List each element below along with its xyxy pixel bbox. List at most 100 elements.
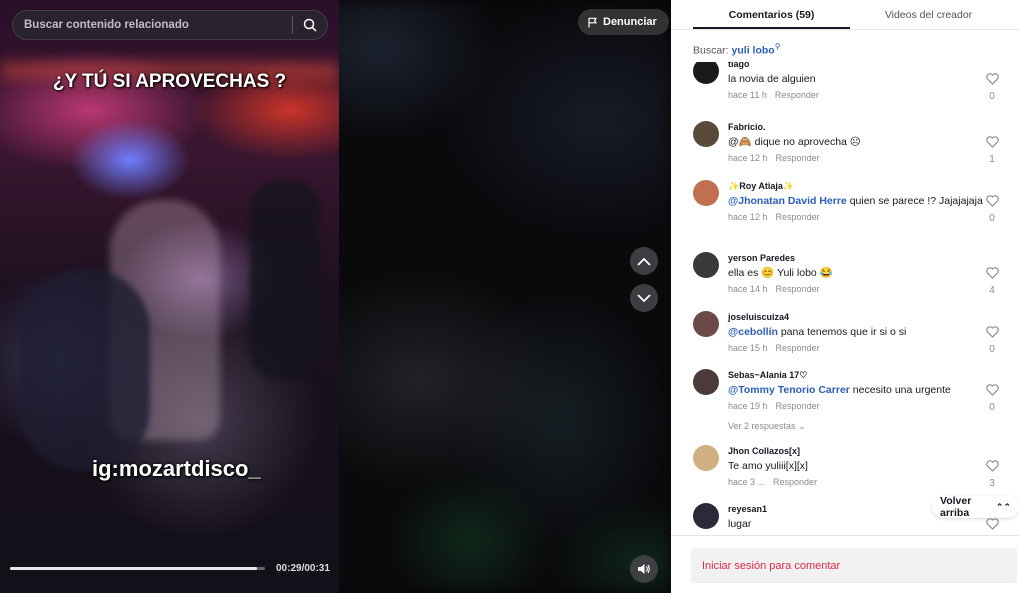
like-button[interactable]: 0 (985, 72, 999, 102)
view-replies-label: Ver 2 respuestas (728, 421, 796, 431)
double-chevron-up-icon: ⌃⌃ (995, 501, 1011, 512)
comment-list[interactable]: tiago la novia de alguien hace 11 h Respond… (671, 62, 1019, 532)
comment-text: la novia de alguien (728, 72, 983, 86)
comment-time: hace 19 h (728, 401, 768, 411)
comment-search-suggestion[interactable]: Buscar: yuli lobo⚲ (671, 30, 1019, 60)
comment-username[interactable]: Jhon Collazos[x] (728, 445, 983, 457)
comment-text: ella es 😊 Yuli lobo 😂 (728, 266, 983, 280)
comment-body: yerson Paredes ella es 😊 Yuli lobo 😂 hace … (728, 252, 983, 294)
comment-body: ✨Roy Atiaja✨ @Jhonatan David Herre quien … (728, 180, 983, 222)
video-progress-bar[interactable] (10, 567, 265, 570)
comment-time: hace 14 h (728, 284, 768, 294)
comment-username[interactable]: Fabricio. (728, 121, 983, 133)
comment-meta: hace 11 h Responder (728, 90, 983, 100)
tab-comments[interactable]: Comentarios (59) (693, 0, 850, 29)
comment-time: hace 3 ... (728, 477, 766, 487)
related-search-input[interactable]: Buscar contenido relacionado (13, 19, 292, 31)
comment-text: @cebollín pana tenemos que ir si o si (728, 325, 983, 339)
comment-mention[interactable]: @cebollín (728, 326, 778, 338)
like-count: 0 (989, 213, 995, 224)
comment-body: joseluiscuiza4 @cebollín pana tenemos que… (728, 311, 983, 353)
back-to-top-button[interactable]: Volver arriba ⌃⌃ (932, 495, 1019, 519)
comment-username[interactable]: yerson Paredes (728, 252, 983, 264)
comment-text-content: @🙈 dique no aprovecha ☹ (728, 136, 861, 148)
reply-button[interactable]: Responder (775, 90, 819, 100)
comment-username[interactable]: Sebas~Alania 17♡ (728, 369, 983, 381)
comment-body: tiago la novia de alguien hace 11 h Respond… (728, 62, 983, 100)
reply-button[interactable]: Responder (776, 153, 820, 163)
search-icon: ⚲ (774, 42, 781, 51)
avatar[interactable] (693, 445, 719, 471)
comment-mention[interactable]: @Jhonatan David Herre (728, 195, 847, 207)
tab-creator-videos[interactable]: Videos del creador (850, 0, 1007, 29)
comment-time: hace 15 h (728, 343, 768, 353)
reply-button[interactable]: Responder (776, 343, 820, 353)
comment-username[interactable]: ✨Roy Atiaja✨ (728, 180, 983, 192)
heart-icon (985, 460, 999, 472)
previous-video-button[interactable] (630, 247, 658, 275)
like-button[interactable]: 0 (985, 383, 999, 413)
like-button[interactable]: 4 (985, 266, 999, 296)
like-count: 3 (989, 478, 995, 489)
login-to-comment-button[interactable]: Iniciar sesión para comentar (691, 548, 1017, 583)
comment-username[interactable]: tiago (728, 62, 983, 70)
avatar[interactable] (693, 180, 719, 206)
search-label: Buscar: (693, 44, 729, 57)
search-keyword-link[interactable]: yuli lobo (732, 45, 775, 57)
like-count: 0 (989, 402, 995, 413)
comment-meta: hace 12 h Responder (728, 153, 983, 163)
video-timecode: 00:29/00:31 (276, 563, 330, 574)
reply-button[interactable]: Responder (776, 212, 820, 222)
reply-button[interactable]: Responder (776, 401, 820, 411)
video-player[interactable]: Buscar contenido relacionado ¿Y TÚ SI AP… (0, 0, 339, 593)
like-count: 0 (989, 91, 995, 102)
view-replies-button[interactable]: Ver 2 respuestas ⌄ (728, 421, 983, 432)
like-button[interactable]: 1 (985, 135, 999, 165)
video-caption-top: ¿Y TÚ SI APROVECHAS ? (52, 71, 287, 92)
video-figure (20, 270, 150, 470)
video-figure (250, 180, 320, 380)
next-video-button[interactable] (630, 284, 658, 312)
comment-text-content: quien se parece !? Jajajajaja (846, 195, 983, 207)
search-icon[interactable] (293, 10, 327, 40)
chevron-up-icon (637, 257, 651, 266)
related-search-bar[interactable]: Buscar contenido relacionado (12, 10, 328, 40)
comment-meta: hace 12 h Responder (728, 212, 983, 222)
like-button[interactable]: 0 (985, 194, 999, 224)
comment-text-content: ella es 😊 Yuli lobo 😂 (728, 267, 833, 279)
comment-text-content: necesito una urgente (849, 384, 951, 396)
heart-icon (985, 136, 999, 148)
report-label: Denunciar (603, 16, 657, 28)
comment-footer: Iniciar sesión para comentar (671, 535, 1019, 593)
comment-text-content: la novia de alguien (728, 73, 816, 85)
comment-text: @🙈 dique no aprovecha ☹ (728, 135, 983, 149)
comment-mention[interactable]: @Tommy Tenorio Carrer (728, 384, 850, 396)
comment-body: Jhon Collazos[x] Te amo yuliii[x][x] hace … (728, 445, 983, 487)
like-button[interactable] (985, 517, 999, 532)
comment-username[interactable]: joseluiscuiza4 (728, 311, 983, 323)
comment-text: @Jhonatan David Herre quien se parece !?… (728, 194, 983, 208)
like-button[interactable]: 3 (985, 459, 999, 489)
heart-icon (985, 384, 999, 396)
avatar[interactable] (693, 503, 719, 529)
video-stage: Buscar contenido relacionado ¿Y TÚ SI AP… (0, 0, 671, 593)
report-button[interactable]: Denunciar (578, 9, 669, 35)
heart-icon (985, 518, 999, 530)
avatar[interactable] (693, 369, 719, 395)
heart-icon (985, 195, 999, 207)
comment-body: Sebas~Alania 17♡ @Tommy Tenorio Carrer ne… (728, 369, 983, 432)
chevron-down-icon (637, 293, 651, 302)
avatar[interactable] (693, 252, 719, 278)
panel-tabs: Comentarios (59) Videos del creador (671, 0, 1019, 30)
like-button[interactable]: 0 (985, 325, 999, 355)
avatar[interactable] (693, 62, 719, 84)
reply-button[interactable]: Responder (773, 477, 817, 487)
like-count: 1 (989, 154, 995, 165)
volume-button[interactable] (630, 555, 658, 583)
reply-button[interactable]: Responder (776, 284, 820, 294)
avatar[interactable] (693, 311, 719, 337)
chevron-down-icon: ⌄ (798, 421, 806, 431)
comment-text-content: pana tenemos que ir si o si (777, 326, 907, 338)
avatar[interactable] (693, 121, 719, 147)
comment-time: hace 12 h (728, 212, 768, 222)
